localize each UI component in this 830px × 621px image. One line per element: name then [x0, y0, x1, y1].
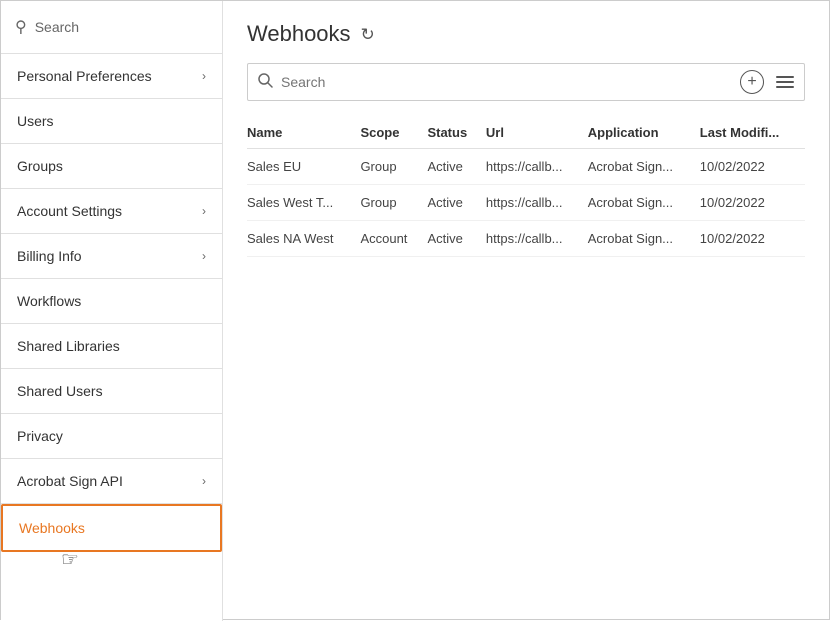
col-url: Url: [486, 117, 588, 149]
chevron-down-icon: ›: [202, 474, 206, 488]
cell-4: Acrobat Sign...: [588, 221, 700, 257]
sidebar-item-webhooks[interactable]: Webhooks ☞: [1, 504, 222, 552]
menu-bar-line: [776, 81, 794, 83]
sidebar-search[interactable]: ⚲ Search: [1, 1, 222, 54]
cell-4: Acrobat Sign...: [588, 149, 700, 185]
sidebar-item-privacy[interactable]: Privacy: [1, 414, 222, 459]
refresh-icon[interactable]: ↻: [361, 25, 375, 45]
sidebar-item-shared-users[interactable]: Shared Users: [1, 369, 222, 414]
toolbar-actions: +: [740, 70, 794, 94]
table-row[interactable]: Sales NA WestAccountActivehttps://callb.…: [247, 221, 805, 257]
cell-3: https://callb...: [486, 221, 588, 257]
col-application: Application: [588, 117, 700, 149]
sidebar-item-acrobat-sign-api[interactable]: Acrobat Sign API ›: [1, 459, 222, 504]
table-header: Name Scope Status Url Application Last M…: [247, 117, 805, 149]
page-title-row: Webhooks ↻: [247, 21, 805, 47]
table-row[interactable]: Sales West T...GroupActivehttps://callb.…: [247, 185, 805, 221]
sidebar-item-label: Acrobat Sign API: [17, 473, 123, 489]
table-header-row: Name Scope Status Url Application Last M…: [247, 117, 805, 149]
cell-2: Active: [427, 185, 485, 221]
col-scope: Scope: [360, 117, 427, 149]
sidebar-item-label: Billing Info: [17, 248, 82, 264]
cursor-icon: ☞: [61, 547, 79, 572]
sidebar-item-users[interactable]: Users: [1, 99, 222, 144]
cell-3: https://callb...: [486, 185, 588, 221]
plus-icon: +: [747, 74, 756, 90]
toolbar-search-icon: [258, 73, 273, 92]
chevron-down-icon: ›: [202, 69, 206, 83]
col-status: Status: [427, 117, 485, 149]
sidebar-item-label: Shared Users: [17, 383, 103, 399]
chevron-down-icon: ›: [202, 204, 206, 218]
sidebar-item-label: Groups: [17, 158, 63, 174]
cell-0: Sales NA West: [247, 221, 360, 257]
cell-0: Sales West T...: [247, 185, 360, 221]
sidebar-search-label: Search: [35, 19, 79, 35]
menu-button[interactable]: [776, 76, 794, 88]
sidebar-item-label: Webhooks: [19, 520, 85, 536]
menu-bar-line: [776, 76, 794, 78]
cell-4: Acrobat Sign...: [588, 185, 700, 221]
search-input[interactable]: [281, 74, 732, 90]
sidebar-item-account-settings[interactable]: Account Settings ›: [1, 189, 222, 234]
search-icon: ⚲: [15, 17, 27, 37]
col-last-modified: Last Modifi...: [700, 117, 805, 149]
page-title: Webhooks: [247, 21, 351, 47]
sidebar-item-workflows[interactable]: Workflows: [1, 279, 222, 324]
cell-5: 10/02/2022: [700, 185, 805, 221]
sidebar-item-billing-info[interactable]: Billing Info ›: [1, 234, 222, 279]
cell-5: 10/02/2022: [700, 149, 805, 185]
sidebar-item-shared-libraries[interactable]: Shared Libraries: [1, 324, 222, 369]
sidebar-item-groups[interactable]: Groups: [1, 144, 222, 189]
cell-1: Group: [360, 149, 427, 185]
cell-2: Active: [427, 149, 485, 185]
add-webhook-button[interactable]: +: [740, 70, 764, 94]
search-toolbar: +: [247, 63, 805, 101]
cell-1: Group: [360, 185, 427, 221]
sidebar-item-label: Shared Libraries: [17, 338, 120, 354]
sidebar-item-label: Users: [17, 113, 54, 129]
webhooks-table: Name Scope Status Url Application Last M…: [247, 117, 805, 257]
cell-5: 10/02/2022: [700, 221, 805, 257]
cell-2: Active: [427, 221, 485, 257]
cell-3: https://callb...: [486, 149, 588, 185]
sidebar-item-label: Privacy: [17, 428, 63, 444]
table-row[interactable]: Sales EUGroupActivehttps://callb...Acrob…: [247, 149, 805, 185]
sidebar-item-label: Account Settings: [17, 203, 122, 219]
table-body: Sales EUGroupActivehttps://callb...Acrob…: [247, 149, 805, 257]
sidebar-item-label: Workflows: [17, 293, 81, 309]
chevron-down-icon: ›: [202, 249, 206, 263]
sidebar-item-label: Personal Preferences: [17, 68, 152, 84]
main-content: Webhooks ↻ + Name Scope St: [223, 1, 829, 621]
cell-1: Account: [360, 221, 427, 257]
col-name: Name: [247, 117, 360, 149]
sidebar-item-personal-preferences[interactable]: Personal Preferences ›: [1, 54, 222, 99]
cell-0: Sales EU: [247, 149, 360, 185]
menu-bar-line: [776, 86, 794, 88]
sidebar: ⚲ Search Personal Preferences › Users Gr…: [1, 1, 223, 621]
